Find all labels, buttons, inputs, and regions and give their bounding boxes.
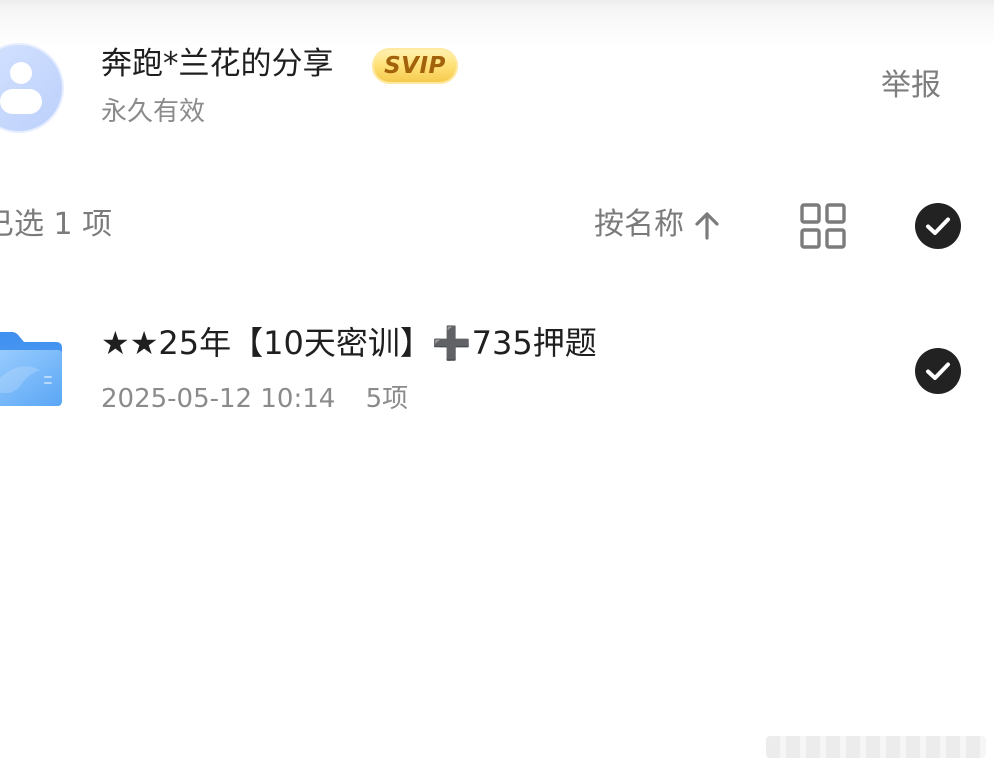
avatar-shoulders <box>0 89 42 114</box>
top-status-fade <box>0 0 994 48</box>
avatar-person-icon <box>10 62 32 84</box>
sort-label: 按名称 <box>594 207 684 242</box>
share-owner-title: 奔跑*兰花的分享 <box>101 46 334 82</box>
sort-by-name-button[interactable]: 按名称 <box>594 205 720 245</box>
grid-view-icon[interactable] <box>800 203 846 249</box>
avatar[interactable] <box>0 43 64 133</box>
folder-icon <box>0 332 62 406</box>
report-button[interactable]: 举报 <box>881 67 941 105</box>
share-validity: 永久有效 <box>101 97 206 127</box>
file-name[interactable]: ★★25年【10天密训】➕735押题 <box>101 322 597 364</box>
watermark <box>766 736 986 758</box>
select-all-check-icon[interactable] <box>915 203 961 249</box>
row-check-icon[interactable] <box>915 348 961 394</box>
arrow-up-icon <box>695 212 719 240</box>
file-meta: 2025-05-12 10:14 5项 <box>101 382 408 416</box>
file-item-count: 5项 <box>365 384 409 414</box>
svip-badge: SVIP <box>372 48 458 84</box>
file-date: 2025-05-12 10:14 <box>101 384 336 414</box>
selected-count-label: 已选 1 项 <box>0 207 113 242</box>
